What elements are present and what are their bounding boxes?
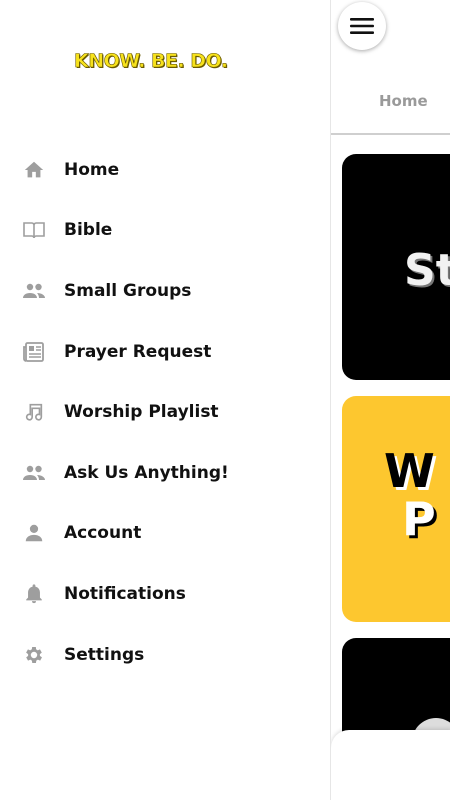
- group-icon: [22, 461, 46, 485]
- hamburger-icon: [350, 18, 374, 34]
- group-icon: [22, 279, 46, 303]
- drawer-item-label: Account: [64, 523, 142, 543]
- drawer-item-label: Bible: [64, 220, 113, 240]
- music-note-icon: [22, 400, 46, 424]
- drawer-item-ask-us-anything[interactable]: Ask Us Anything!: [0, 449, 330, 497]
- drawer-item-label: Small Groups: [64, 281, 192, 301]
- home-icon: [22, 158, 46, 182]
- drawer-item-account[interactable]: Account: [0, 509, 330, 557]
- drawer-item-bible[interactable]: Bible: [0, 206, 330, 254]
- drawer-item-small-groups[interactable]: Small Groups: [0, 267, 330, 315]
- book-icon: [22, 218, 46, 242]
- drawer-item-label: Ask Us Anything!: [64, 463, 229, 483]
- app-logo: KNOW. BE. DO.: [74, 50, 229, 73]
- drawer-item-label: Notifications: [64, 584, 186, 604]
- drawer-item-label: Prayer Request: [64, 342, 212, 362]
- navigation-drawer: KNOW. BE. DO. Home Bible Small Groups Pr…: [0, 0, 330, 800]
- drawer-item-label: Settings: [64, 645, 145, 665]
- bell-icon: [22, 582, 46, 606]
- drawer-item-worship-playlist[interactable]: Worship Playlist: [0, 388, 330, 436]
- gear-icon: [22, 643, 46, 667]
- menu-button[interactable]: [338, 2, 386, 50]
- feature-card[interactable]: St: [342, 154, 450, 380]
- feature-card[interactable]: W P: [342, 396, 450, 622]
- drawer-item-notifications[interactable]: Notifications: [0, 570, 330, 618]
- drawer-item-label: Home: [64, 160, 120, 180]
- drawer-item-label: Worship Playlist: [64, 402, 219, 422]
- main-content: Home St W P: [330, 0, 450, 800]
- tab-home[interactable]: Home: [379, 92, 428, 110]
- drawer-item-prayer-request[interactable]: Prayer Request: [0, 328, 330, 376]
- bottom-bar: [331, 730, 450, 800]
- tab-divider: [331, 133, 450, 135]
- card-title-line2: P: [402, 492, 436, 546]
- drawer-item-home[interactable]: Home: [0, 146, 330, 194]
- card-title-line1: W: [384, 444, 435, 498]
- drawer-item-settings[interactable]: Settings: [0, 631, 330, 679]
- card-title: St: [404, 245, 450, 296]
- person-icon: [22, 521, 46, 545]
- newspaper-icon: [22, 340, 46, 364]
